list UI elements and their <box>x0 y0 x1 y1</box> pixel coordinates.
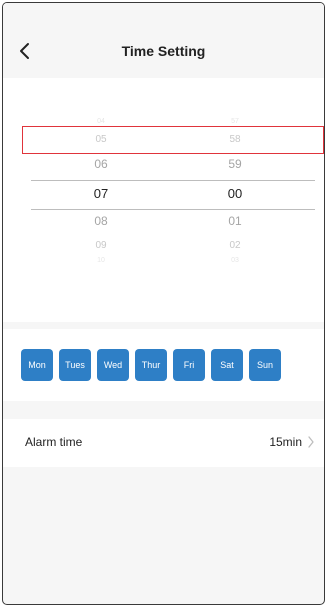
header-bar: Time Setting <box>3 3 324 78</box>
day-button-wed[interactable]: Wed <box>97 349 129 381</box>
app-screen: Time Setting 04 05 06 07 08 09 10 57 58 … <box>2 2 325 605</box>
minute-option[interactable]: 59 <box>200 157 270 171</box>
hour-option[interactable]: 08 <box>66 214 136 228</box>
minute-option[interactable]: 57 <box>200 118 270 125</box>
selection-line-top <box>31 180 315 181</box>
minute-option[interactable]: 01 <box>200 214 270 228</box>
alarm-time-row[interactable]: Alarm time 15min <box>3 419 324 467</box>
hour-option[interactable]: 06 <box>66 157 136 171</box>
minute-option-selected[interactable]: 00 <box>200 186 270 201</box>
day-button-sat[interactable]: Sat <box>211 349 243 381</box>
hour-option[interactable]: 10 <box>66 257 136 264</box>
hour-option[interactable]: 04 <box>66 118 136 125</box>
day-button-fri[interactable]: Fri <box>173 349 205 381</box>
page-title: Time Setting <box>121 43 206 59</box>
hour-option[interactable]: 05 <box>66 134 136 145</box>
day-button-tues[interactable]: Tues <box>59 349 91 381</box>
minute-option[interactable]: 02 <box>200 240 270 251</box>
hour-option-selected[interactable]: 07 <box>66 186 136 201</box>
day-button-mon[interactable]: Mon <box>21 349 53 381</box>
day-button-thur[interactable]: Thur <box>135 349 167 381</box>
alarm-time-value: 15min <box>269 435 302 449</box>
selection-line-bottom <box>31 209 315 210</box>
chevron-right-icon <box>308 436 314 448</box>
alarm-time-label: Alarm time <box>25 435 83 449</box>
minute-option[interactable]: 58 <box>200 134 270 145</box>
day-button-sun[interactable]: Sun <box>249 349 281 381</box>
minute-option[interactable]: 03 <box>200 257 270 264</box>
time-picker: 04 05 06 07 08 09 10 57 58 59 00 01 02 0… <box>3 78 324 322</box>
hour-option[interactable]: 09 <box>66 240 136 251</box>
repeat-days: Mon Tues Wed Thur Fri Sat Sun <box>3 329 324 401</box>
